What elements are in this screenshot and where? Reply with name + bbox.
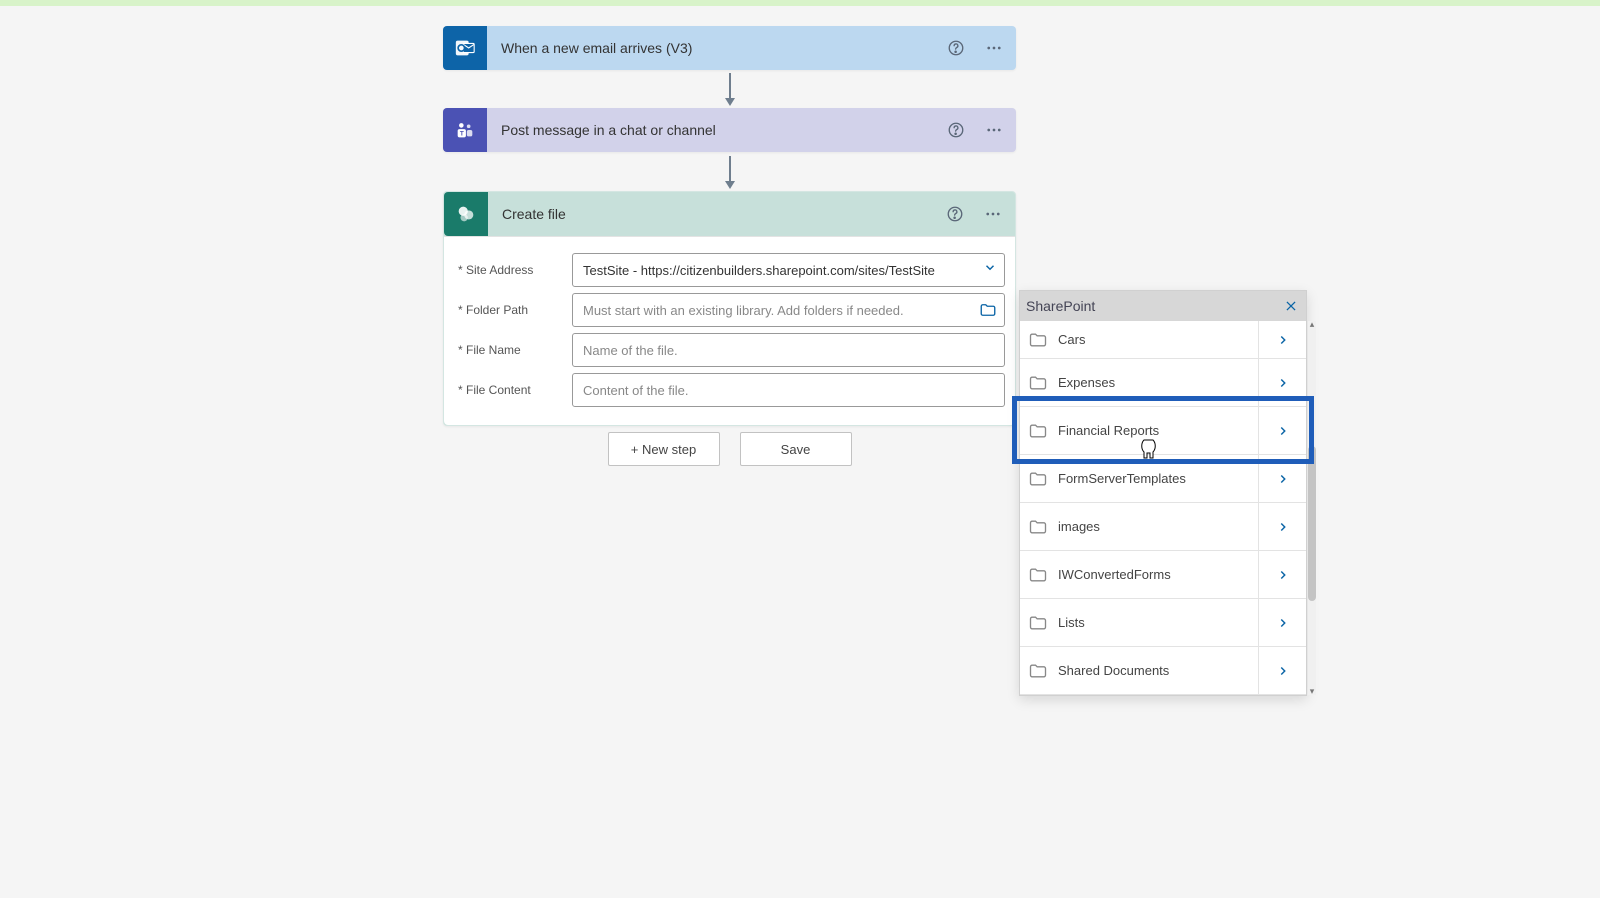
connector-arrow: [729, 156, 731, 182]
folder-icon: [1028, 469, 1058, 489]
folder-icon: [1028, 421, 1058, 441]
picker-item-formservertemplates[interactable]: FormServerTemplates: [1020, 455, 1306, 503]
flow-canvas: When a new email arrives (V3) T Post mes…: [0, 0, 1600, 898]
picker-item-lists[interactable]: Lists: [1020, 599, 1306, 647]
picker-item-label: IWConvertedForms: [1058, 567, 1258, 582]
chevron-right-icon[interactable]: [1258, 599, 1306, 646]
teams-icon: T: [443, 108, 487, 152]
site-address-input[interactable]: [572, 253, 1005, 287]
svg-text:T: T: [460, 131, 464, 138]
picker-item-label: Shared Documents: [1058, 663, 1258, 678]
picker-item-label: images: [1058, 519, 1258, 534]
action-card-teams[interactable]: T Post message in a chat or channel: [443, 108, 1016, 152]
file-content-label: * File Content: [454, 383, 572, 397]
picker-item-shared-documents[interactable]: Shared Documents: [1020, 647, 1306, 695]
file-name-label: * File Name: [454, 343, 572, 357]
folder-picker-icon[interactable]: [975, 297, 1001, 323]
picker-item-iwconvertedforms[interactable]: IWConvertedForms: [1020, 551, 1306, 599]
picker-item-images[interactable]: images: [1020, 503, 1306, 551]
picker-item-label: Lists: [1058, 615, 1258, 630]
create-file-title: Create file: [488, 192, 943, 236]
picker-item-cars[interactable]: Cars: [1020, 321, 1306, 359]
scroll-up-icon[interactable]: ▴: [1308, 319, 1316, 330]
folder-path-label: * Folder Path: [454, 303, 572, 317]
action-title: Post message in a chat or channel: [487, 108, 944, 152]
folder-icon: [1028, 330, 1058, 350]
chevron-right-icon[interactable]: [1258, 359, 1306, 406]
picker-title: SharePoint: [1026, 298, 1095, 314]
scrollbar[interactable]: [1308, 321, 1316, 695]
sharepoint-icon: [444, 192, 488, 236]
trigger-card-outlook[interactable]: When a new email arrives (V3): [443, 26, 1016, 70]
more-icon[interactable]: [982, 118, 1006, 142]
picker-item-expenses[interactable]: Expenses: [1020, 359, 1306, 407]
connector-arrow: [729, 73, 731, 99]
help-icon[interactable]: [943, 202, 967, 226]
scroll-down-icon[interactable]: ▾: [1308, 686, 1316, 697]
file-content-input[interactable]: [572, 373, 1005, 407]
chevron-right-icon[interactable]: [1258, 503, 1306, 550]
chevron-right-icon[interactable]: [1258, 321, 1306, 358]
close-icon[interactable]: [1284, 299, 1298, 313]
folder-path-input[interactable]: [572, 293, 1005, 327]
outlook-icon: [443, 26, 487, 70]
chevron-right-icon[interactable]: [1258, 551, 1306, 598]
create-file-body: * Site Address * Folder Path: [444, 236, 1015, 425]
picker-item-label: Financial Reports: [1058, 423, 1258, 438]
picker-item-label: FormServerTemplates: [1058, 471, 1258, 486]
action-card-create-file[interactable]: Create file * Site Address * Folder P: [443, 191, 1016, 426]
sharepoint-folder-picker: SharePoint Cars Expenses Financial Repor…: [1019, 290, 1307, 696]
chevron-right-icon[interactable]: [1258, 407, 1306, 454]
folder-icon: [1028, 373, 1058, 393]
save-button[interactable]: Save: [740, 432, 852, 466]
folder-icon: [1028, 565, 1058, 585]
scrollbar-thumb[interactable]: [1308, 446, 1316, 601]
file-name-input[interactable]: [572, 333, 1005, 367]
chevron-right-icon[interactable]: [1258, 647, 1306, 694]
folder-icon: [1028, 613, 1058, 633]
help-icon[interactable]: [944, 118, 968, 142]
chevron-right-icon[interactable]: [1258, 455, 1306, 502]
more-icon[interactable]: [981, 202, 1005, 226]
folder-icon: [1028, 661, 1058, 681]
new-step-button[interactable]: + New step: [608, 432, 720, 466]
site-address-label: * Site Address: [454, 263, 572, 277]
picker-item-financial-reports[interactable]: Financial Reports: [1020, 407, 1306, 455]
more-icon[interactable]: [982, 36, 1006, 60]
help-icon[interactable]: [944, 36, 968, 60]
picker-list: Cars Expenses Financial Reports FormServ…: [1020, 321, 1306, 695]
picker-item-label: Expenses: [1058, 375, 1258, 390]
trigger-title: When a new email arrives (V3): [487, 26, 944, 70]
picker-item-label: Cars: [1058, 332, 1258, 347]
folder-icon: [1028, 517, 1058, 537]
